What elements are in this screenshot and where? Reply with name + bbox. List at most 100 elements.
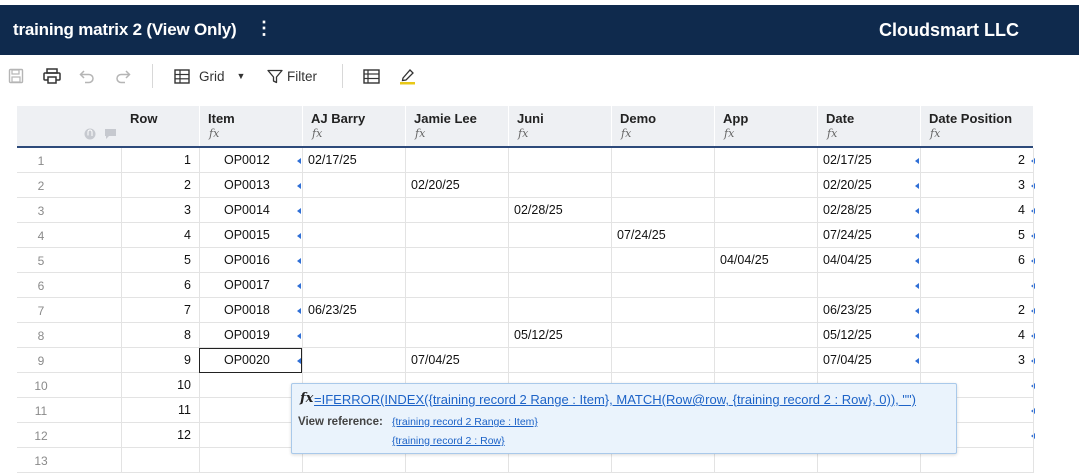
- cell-juni[interactable]: [508, 173, 611, 198]
- cell-app[interactable]: [714, 148, 817, 173]
- column-header-app[interactable]: App fx: [714, 106, 817, 148]
- cell-juni[interactable]: 05/12/25: [508, 323, 611, 348]
- cell-item[interactable]: OP0018: [199, 298, 302, 323]
- row-number[interactable]: 2: [17, 173, 65, 198]
- cell-row[interactable]: 10: [121, 373, 199, 398]
- cell-demo[interactable]: 07/24/25: [611, 223, 714, 248]
- cell-jamie-lee[interactable]: [405, 223, 508, 248]
- cell-juni[interactable]: [508, 248, 611, 273]
- column-header-aj-barry[interactable]: AJ Barry fx: [302, 106, 405, 148]
- cell-app[interactable]: [714, 273, 817, 298]
- cell-jamie-lee[interactable]: 02/20/25: [405, 173, 508, 198]
- table-row[interactable]: 5 5 OP0016 04/04/25 04/04/25 6: [0, 248, 1079, 273]
- cell-app[interactable]: [714, 323, 817, 348]
- undo-icon[interactable]: [79, 66, 95, 86]
- cell-date-position[interactable]: 5: [920, 223, 1033, 248]
- cell-aj-barry[interactable]: [302, 198, 405, 223]
- cell-juni[interactable]: 02/28/25: [508, 198, 611, 223]
- cell-aj-barry[interactable]: [302, 273, 405, 298]
- table-row[interactable]: 7 7 OP0018 06/23/25 06/23/25 2: [0, 298, 1079, 323]
- cell-date[interactable]: [817, 273, 920, 298]
- cell-date[interactable]: 04/04/25: [817, 248, 920, 273]
- cell-demo[interactable]: [611, 348, 714, 373]
- row-number[interactable]: 12: [17, 423, 65, 448]
- column-header-juni[interactable]: Juni fx: [508, 106, 611, 148]
- cell-jamie-lee[interactable]: [405, 323, 508, 348]
- cell-item[interactable]: OP0015: [199, 223, 302, 248]
- row-number[interactable]: 1: [17, 148, 65, 173]
- cell-item[interactable]: OP0017: [199, 273, 302, 298]
- redo-icon[interactable]: [115, 66, 131, 86]
- cell-jamie-lee[interactable]: 07/04/25: [405, 348, 508, 373]
- cell-date[interactable]: 06/23/25: [817, 298, 920, 323]
- cell-date[interactable]: 02/17/25: [817, 148, 920, 173]
- cell-date[interactable]: 02/28/25: [817, 198, 920, 223]
- row-number[interactable]: 4: [17, 223, 65, 248]
- cell-row[interactable]: 2: [121, 173, 199, 198]
- cell-app[interactable]: 04/04/25: [714, 248, 817, 273]
- cell-demo[interactable]: [611, 198, 714, 223]
- cell-jamie-lee[interactable]: [405, 248, 508, 273]
- cell-demo[interactable]: [611, 323, 714, 348]
- cell-item[interactable]: [199, 423, 302, 448]
- row-number[interactable]: 6: [17, 273, 65, 298]
- cell-jamie-lee[interactable]: [405, 273, 508, 298]
- card-view-icon[interactable]: [363, 66, 380, 86]
- cell-item[interactable]: [199, 398, 302, 423]
- cell-row[interactable]: 3: [121, 198, 199, 223]
- cell-aj-barry[interactable]: 06/23/25: [302, 298, 405, 323]
- row-number[interactable]: 10: [17, 373, 65, 398]
- cell-date-position[interactable]: 3: [920, 348, 1033, 373]
- reference-link[interactable]: {training record 2 : Row}: [392, 435, 505, 447]
- cell-date-position[interactable]: 6: [920, 248, 1033, 273]
- cell-app[interactable]: [714, 223, 817, 248]
- column-header-date-position[interactable]: Date Position fx: [920, 106, 1033, 148]
- cell-demo[interactable]: [611, 298, 714, 323]
- row-number[interactable]: 13: [17, 448, 65, 473]
- cell-date[interactable]: 05/12/25: [817, 323, 920, 348]
- cell-item[interactable]: OP0016: [199, 248, 302, 273]
- cell-aj-barry[interactable]: [302, 223, 405, 248]
- cell-demo[interactable]: [611, 148, 714, 173]
- cell-juni[interactable]: [508, 223, 611, 248]
- cell-row[interactable]: 8: [121, 323, 199, 348]
- cell-row[interactable]: 4: [121, 223, 199, 248]
- cell-item[interactable]: OP0014: [199, 198, 302, 223]
- cell-jamie-lee[interactable]: [405, 148, 508, 173]
- cell-row[interactable]: 5: [121, 248, 199, 273]
- column-header-row[interactable]: Row: [121, 106, 199, 148]
- column-header-demo[interactable]: Demo fx: [611, 106, 714, 148]
- cell-item[interactable]: OP0012: [199, 148, 302, 173]
- row-number[interactable]: 9: [17, 348, 65, 373]
- table-row[interactable]: 1 1 OP0012 02/17/25 02/17/25 2: [0, 148, 1079, 173]
- cell-date-position[interactable]: 4: [920, 198, 1033, 223]
- grid-view-button[interactable]: Grid ▼: [174, 66, 245, 86]
- column-header-item[interactable]: Item fx: [199, 106, 302, 148]
- reference-link[interactable]: {training record 2 Range : Item}: [392, 416, 538, 428]
- row-number[interactable]: 8: [17, 323, 65, 348]
- cell-aj-barry[interactable]: 02/17/25: [302, 148, 405, 173]
- highlight-icon[interactable]: [399, 66, 416, 86]
- cell-jamie-lee[interactable]: [405, 298, 508, 323]
- table-row[interactable]: 2 2 OP0013 02/20/25 02/20/25 3: [0, 173, 1079, 198]
- cell-aj-barry[interactable]: [302, 248, 405, 273]
- cell-date[interactable]: 02/20/25: [817, 173, 920, 198]
- cell-app[interactable]: [714, 198, 817, 223]
- column-header-jamie-lee[interactable]: Jamie Lee fx: [405, 106, 508, 148]
- sheet-title[interactable]: training matrix 2 (View Only): [13, 20, 237, 40]
- cell-item[interactable]: [199, 448, 302, 473]
- cell-app[interactable]: [714, 173, 817, 198]
- column-header-date[interactable]: Date fx: [817, 106, 920, 148]
- cell-item[interactable]: OP0013: [199, 173, 302, 198]
- cell-row[interactable]: 12: [121, 423, 199, 448]
- row-number[interactable]: 7: [17, 298, 65, 323]
- cell-row[interactable]: 6: [121, 273, 199, 298]
- cell-app[interactable]: [714, 348, 817, 373]
- cell-jamie-lee[interactable]: [405, 198, 508, 223]
- cell-app[interactable]: [714, 298, 817, 323]
- table-row[interactable]: 3 3 OP0014 02/28/25 02/28/25 4: [0, 198, 1079, 223]
- cell-demo[interactable]: [611, 248, 714, 273]
- cell-row[interactable]: 11: [121, 398, 199, 423]
- cell-date-position[interactable]: 3: [920, 173, 1033, 198]
- cell-date-position[interactable]: [920, 273, 1033, 298]
